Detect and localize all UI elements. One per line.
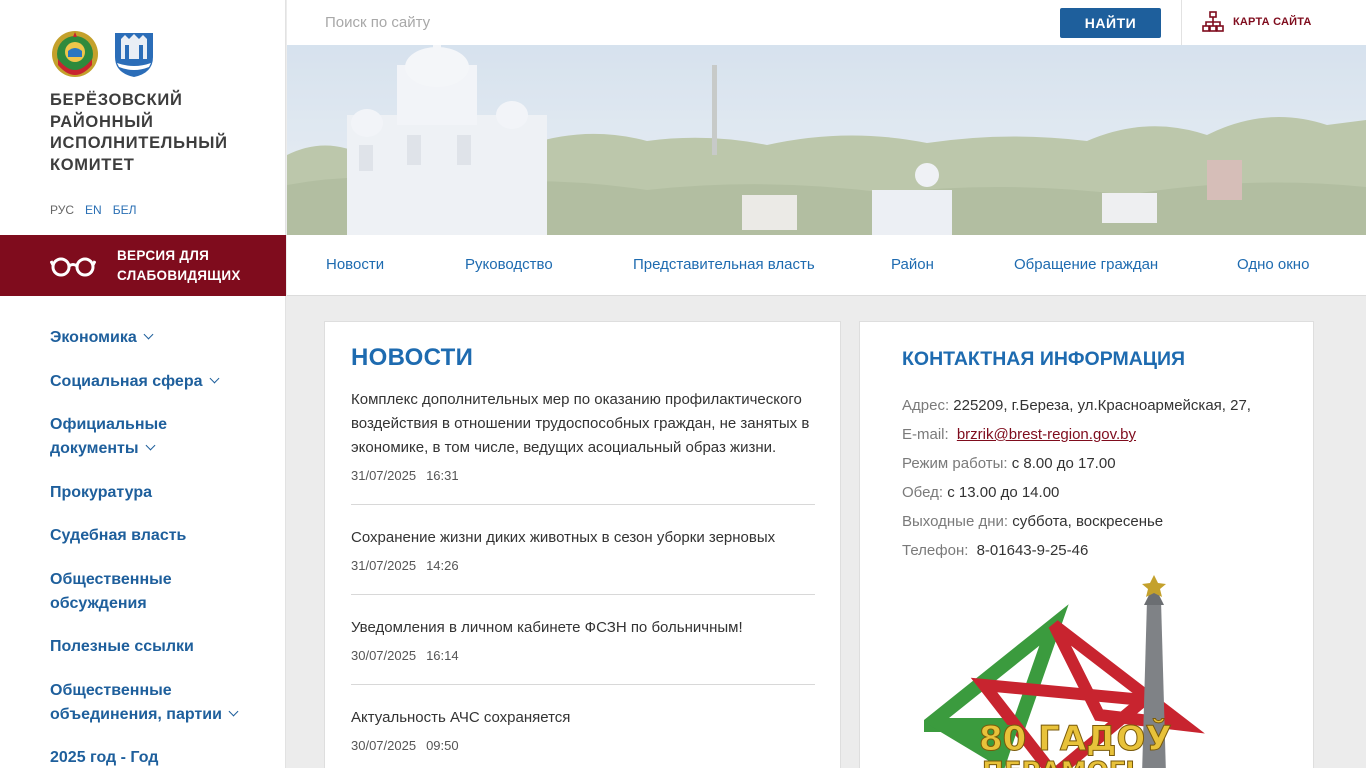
news-item-date: 30/07/2025 09:50 xyxy=(351,738,815,753)
news-item: Сохранение жизни диких животных в сезон … xyxy=(351,526,815,595)
nav-news[interactable]: Новости xyxy=(326,256,384,273)
language-switcher: РУС EN БЕЛ xyxy=(50,203,136,217)
contact-title: КОНТАКТНАЯ ИНФОРМАЦИЯ xyxy=(902,348,1186,370)
news-item-date: 31/07/2025 16:31 xyxy=(351,468,815,483)
time-text: 14:26 xyxy=(426,558,459,573)
lang-be[interactable]: БЕЛ xyxy=(113,203,137,217)
news-item-title[interactable]: Уведомления в личном кабинете ФСЗН по бо… xyxy=(351,616,815,640)
nav-representative-power[interactable]: Представительная власть xyxy=(633,256,815,273)
sidebar-item-public-associations[interactable]: Общественные объединения, партии xyxy=(50,679,260,727)
contact-value: суббота, воскресенье xyxy=(1012,513,1164,530)
email-link[interactable]: brzrik@brest-region.gov.by xyxy=(957,426,1136,443)
time-text: 16:14 xyxy=(426,648,459,663)
sidebar-item-official-documents[interactable]: Официальные документы xyxy=(50,413,200,461)
sidebar-menu: Экономика Социальная сфера Официальные д… xyxy=(50,326,270,768)
nav-citizens-appeals[interactable]: Обращение граждан xyxy=(1014,256,1158,273)
contact-label: Телефон: xyxy=(902,542,969,559)
news-item-title[interactable]: Сохранение жизни диких животных в сезон … xyxy=(351,526,815,550)
news-list: Комплекс дополнительных мер по оказанию … xyxy=(351,388,815,768)
contact-value: с 8.00 до 17.00 xyxy=(1011,455,1116,472)
sidebar-item-label: Прокуратура xyxy=(50,483,153,501)
contact-weekend: Выходные дни: суббота, воскресенье xyxy=(902,507,1302,536)
date-text: 31/07/2025 xyxy=(351,558,417,573)
contact-label: Адрес: xyxy=(902,397,950,414)
chevron-down-icon xyxy=(143,329,154,340)
glasses-icon xyxy=(50,257,96,276)
left-sidebar: БЕРЁЗОВСКИЙ РАЙОННЫЙ ИСПОЛНИТЕЛЬНЫЙ КОМИ… xyxy=(0,0,286,768)
header-banner-image xyxy=(287,45,1366,235)
contact-label: E-mail: xyxy=(902,426,949,443)
nav-one-window[interactable]: Одно окно xyxy=(1237,256,1309,273)
district-coat-of-arms-icon[interactable] xyxy=(109,29,159,79)
sidebar-item-economy[interactable]: Экономика xyxy=(50,326,270,350)
divider xyxy=(1181,0,1182,45)
sidebar-item-label: Общественные объединения, партии xyxy=(50,681,222,723)
sidebar-item-label: Экономика xyxy=(50,329,137,346)
contact-value: 8-01643-9-25-46 xyxy=(976,542,1089,559)
news-title[interactable]: НОВОСТИ xyxy=(351,344,473,372)
sidebar-item-year-2025[interactable]: 2025 год - Год xyxy=(50,746,270,768)
low-vision-label: ВЕРСИЯ ДЛЯ СЛАБОВИДЯЩИХ xyxy=(117,247,241,283)
nav-district[interactable]: Район xyxy=(891,256,934,273)
sidebar-item-label: Общественные обсуждения xyxy=(50,570,172,612)
contact-value: 225209, г.Береза, ул.Красноармейская, 27… xyxy=(953,397,1251,414)
contact-email: E-mail: brzrik@brest-region.gov.by xyxy=(902,420,1302,449)
contact-hours: Режим работы: с 8.00 до 17.00 xyxy=(902,449,1302,478)
sidebar-item-label: Полезные ссылки xyxy=(50,638,194,655)
sitemap-link[interactable]: КАРТА САЙТА xyxy=(1202,11,1312,33)
contact-address: Адрес: 225209, г.Береза, ул.Красноармейс… xyxy=(902,391,1302,420)
sidebar-item-useful-links[interactable]: Полезные ссылки xyxy=(50,635,270,659)
sidebar-item-social[interactable]: Социальная сфера xyxy=(50,370,270,394)
news-item-title[interactable]: Актуальность АЧС сохраняется xyxy=(351,706,815,730)
emblems xyxy=(50,29,159,79)
news-item: Актуальность АЧС сохраняется 30/07/2025 0… xyxy=(351,706,815,768)
sidebar-item-judicial[interactable]: Судебная власть xyxy=(50,524,270,548)
time-text: 09:50 xyxy=(426,738,459,753)
news-item: Уведомления в личном кабинете ФСЗН по бо… xyxy=(351,616,815,685)
chevron-down-icon xyxy=(228,706,239,716)
contact-label: Выходные дни: xyxy=(902,513,1009,530)
main-navigation: Новости Руководство Представительная вла… xyxy=(287,235,1366,296)
banner-text-80: 80 ГАДОЎ xyxy=(979,718,1172,759)
nav-leadership[interactable]: Руководство xyxy=(465,256,553,273)
sidebar-item-label: Официальные документы xyxy=(50,416,168,457)
lang-en[interactable]: EN xyxy=(85,203,102,217)
date-text: 31/07/2025 xyxy=(351,468,417,483)
contact-label: Режим работы: xyxy=(902,455,1008,472)
contact-label: Обед: xyxy=(902,484,944,501)
town-panorama-image xyxy=(287,45,1366,235)
sidebar-item-label: Социальная сфера xyxy=(50,372,203,390)
top-bar: НАЙТИ КАРТА САЙТА xyxy=(287,0,1366,45)
sidebar-item-public-discussions[interactable]: Общественные обсуждения xyxy=(50,568,200,616)
date-text: 30/07/2025 xyxy=(351,648,417,663)
sidebar-item-label: 2025 год - Год xyxy=(50,749,159,766)
news-item-date: 30/07/2025 16:14 xyxy=(351,648,815,663)
sidebar-item-prosecution[interactable]: Прокуратура xyxy=(50,481,270,505)
search-button[interactable]: НАЙТИ xyxy=(1060,8,1161,38)
news-card: НОВОСТИ Комплекс дополнительных мер по о… xyxy=(324,321,841,768)
date-text: 30/07/2025 xyxy=(351,738,417,753)
contact-list: Адрес: 225209, г.Береза, ул.Красноармейс… xyxy=(902,391,1302,565)
banner-text-victory: ПЕРАМОГІ xyxy=(982,757,1135,768)
organization-title: БЕРЁЗОВСКИЙ РАЙОННЫЙ ИСПОЛНИТЕЛЬНЫЙ КОМИ… xyxy=(50,91,228,174)
contact-lunch: Обед: с 13.00 до 14.00 xyxy=(902,478,1302,507)
news-item-date: 31/07/2025 14:26 xyxy=(351,558,815,573)
state-emblem-icon[interactable] xyxy=(50,29,100,79)
search-input[interactable] xyxy=(325,11,925,33)
sidebar-item-label: Судебная власть xyxy=(50,527,187,544)
time-text: 16:31 xyxy=(426,468,459,483)
contact-card: КОНТАКТНАЯ ИНФОРМАЦИЯ Адрес: 225209, г.Б… xyxy=(859,321,1314,768)
sitemap-icon xyxy=(1202,11,1224,32)
contact-value: с 13.00 до 14.00 xyxy=(947,484,1060,501)
news-item-title[interactable]: Комплекс дополнительных мер по оказанию … xyxy=(351,388,815,460)
chevron-down-icon xyxy=(209,373,219,383)
contact-phone: Телефон: 8-01643-9-25-46 xyxy=(902,536,1302,565)
lang-ru[interactable]: РУС xyxy=(50,203,74,217)
news-item: Комплекс дополнительных мер по оказанию … xyxy=(351,388,815,505)
victory-80-banner-image[interactable]: 80 ГАДОЎ ПЕРАМОГІ xyxy=(924,575,1214,768)
chevron-down-icon xyxy=(145,440,155,451)
sitemap-label: КАРТА САЙТА xyxy=(1233,16,1312,28)
low-vision-version-button[interactable]: ВЕРСИЯ ДЛЯ СЛАБОВИДЯЩИХ xyxy=(0,235,286,296)
